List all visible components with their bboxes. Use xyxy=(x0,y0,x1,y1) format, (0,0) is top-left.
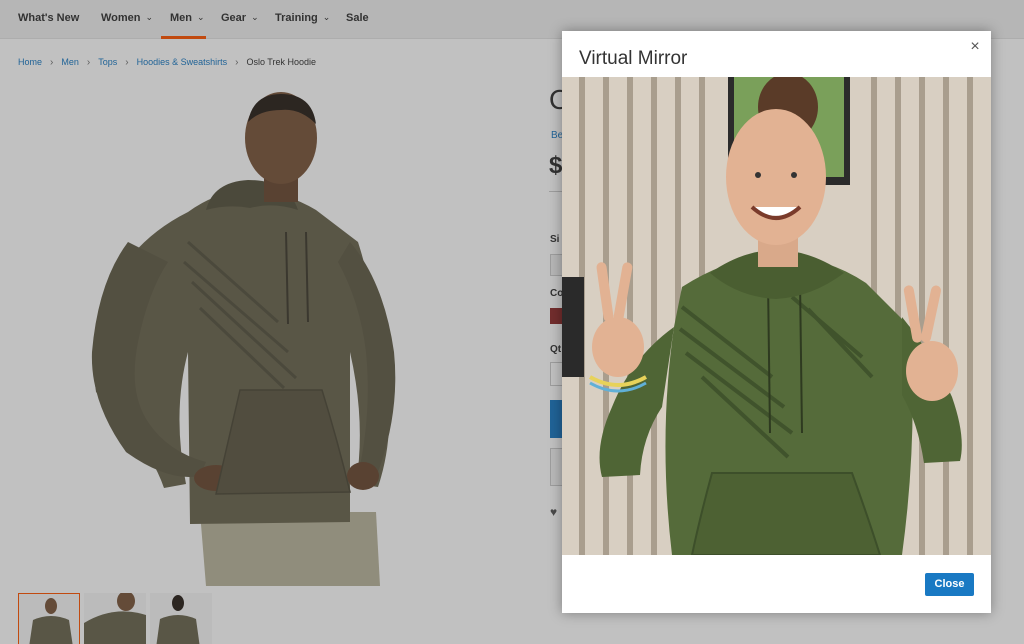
close-button[interactable]: Close xyxy=(925,573,974,596)
virtual-mirror-image xyxy=(562,77,991,555)
try-on-illustration xyxy=(562,77,991,555)
virtual-mirror-modal: Virtual Mirror × Close xyxy=(562,31,991,613)
modal-title: Virtual Mirror xyxy=(579,48,688,69)
close-icon[interactable]: × xyxy=(965,37,985,57)
